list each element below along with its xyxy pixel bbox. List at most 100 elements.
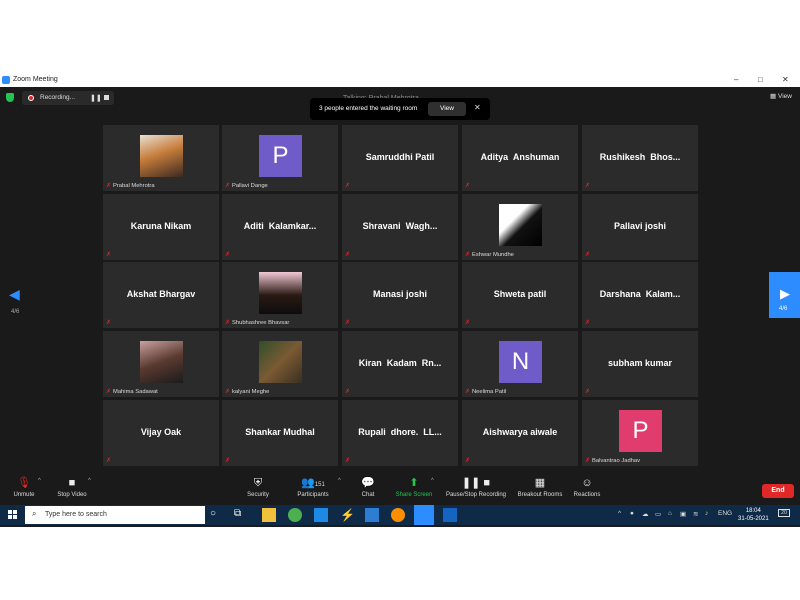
participant-tile[interactable]: ✗ Rupali dhore. LL... — [342, 400, 458, 466]
maximize-icon[interactable]: □ — [758, 75, 763, 84]
participant-tile[interactable]: ✗ Karuna Nikam — [103, 194, 219, 260]
firefox-icon[interactable] — [391, 508, 405, 522]
participant-tile[interactable]: ✗ Aishwarya aiwale — [462, 400, 578, 466]
stop-video-button[interactable]: ■ Stop Video ^ — [42, 474, 102, 498]
participant-tile[interactable]: ✗ Eshwar Mundhe — [462, 194, 578, 260]
wifi-icon[interactable]: ≋ — [693, 510, 698, 518]
muted-mic-icon: ✗ — [225, 252, 231, 258]
participant-label: Pallavi Dange — [232, 183, 268, 189]
cloud-icon[interactable]: ☁ — [642, 510, 649, 518]
participants-icon: 👥151 — [301, 477, 325, 489]
participant-tile[interactable]: ✗ Kiran Kadam Rn... — [342, 331, 458, 397]
participant-tile[interactable]: ✗ Akshat Bhargav — [103, 262, 219, 328]
security-shield-icon: ⛨ — [253, 477, 263, 489]
participant-label: Mahima Sadawat — [113, 389, 158, 395]
meeting-toolbar: 🎙 Unmute ^ ■ Stop Video ^ ⛨ Security 👥15… — [0, 474, 800, 505]
muted-mic-icon: ✗ — [225, 458, 231, 464]
participant-tile[interactable]: ✗ Pallavi joshi — [582, 194, 698, 260]
view-mode-button[interactable]: ▦ View — [770, 92, 792, 100]
participant-name: Aditya Anshuman — [480, 152, 560, 162]
participant-name: Rushikesh Bhos... — [599, 152, 681, 162]
chrome-icon[interactable] — [288, 508, 302, 522]
zoom-logo-icon — [2, 76, 10, 84]
participant-name: Akshat Bhargav — [126, 289, 196, 299]
taskbar-search-box[interactable]: ⌕ Type here to search — [25, 506, 205, 524]
photos-icon[interactable] — [443, 508, 457, 522]
participant-tile[interactable]: ✗ Mahima Sadawat — [103, 331, 219, 397]
app-bolt-icon[interactable]: ⚡ — [340, 508, 355, 522]
share-options-chevron-icon[interactable]: ^ — [431, 478, 434, 484]
pause-recording-icon[interactable]: ❚❚ — [90, 94, 102, 102]
audio-options-chevron-icon[interactable]: ^ — [38, 478, 41, 484]
muted-mic-icon: ✗ — [345, 320, 351, 326]
participant-name: Vijay Oak — [140, 427, 182, 437]
participant-tile[interactable]: ✗ Shweta patil — [462, 262, 578, 328]
notification-close-icon[interactable]: ✕ — [474, 103, 481, 112]
muted-mic-icon: ✗ — [106, 320, 112, 326]
participant-tile[interactable]: ✗ kalyani Meghe — [222, 331, 338, 397]
waiting-room-view-button[interactable]: View — [428, 102, 466, 116]
volume-icon[interactable]: ♪ — [705, 510, 708, 517]
file-explorer-icon[interactable] — [262, 508, 276, 522]
muted-mic-icon: ✗ — [345, 252, 351, 258]
participant-tile[interactable]: ✗ Aditi Kalamkar... — [222, 194, 338, 260]
store-icon[interactable] — [365, 508, 379, 522]
participant-tile[interactable]: ✗ N Neelima Patil — [462, 331, 578, 397]
participant-tile[interactable]: ✗ Shubhashree Bhavsar — [222, 262, 338, 328]
pause-stop-recording-button[interactable]: ❚❚ ■ Pause/Stop Recording — [440, 474, 512, 498]
network-icon[interactable]: ⌂ — [668, 510, 672, 517]
muted-mic-icon: ✗ — [225, 389, 231, 395]
participants-button[interactable]: 👥151 Participants ^ — [283, 474, 343, 498]
end-meeting-button[interactable]: End — [762, 484, 794, 498]
participant-tile[interactable]: ✗ P Balvantrao Jadhav — [582, 400, 698, 466]
security-button[interactable]: ⛨ Security — [228, 474, 288, 498]
minimize-icon[interactable]: – — [734, 75, 738, 84]
participant-name: Rupali dhore. LL... — [358, 427, 442, 437]
next-page-button[interactable]: ▶ 4/6 — [769, 272, 800, 318]
participant-tile[interactable]: ✗ Darshana Kalam... — [582, 262, 698, 328]
zoom-taskbar-icon[interactable] — [414, 505, 434, 525]
cortana-icon[interactable]: ○ — [210, 508, 224, 522]
tray-app-icon[interactable]: ● — [630, 510, 634, 517]
participant-tile[interactable]: ✗ Aditya Anshuman — [462, 125, 578, 191]
participant-tile[interactable]: ✗ Prabal Mehrotra — [103, 125, 219, 191]
muted-mic-icon: ✗ — [585, 320, 591, 326]
participant-label: Balvantrao Jadhav — [592, 458, 641, 464]
muted-mic-icon: ✗ — [345, 183, 351, 189]
notification-center-icon[interactable]: 20 — [778, 509, 791, 517]
participant-tile[interactable]: ✗ Vijay Oak — [103, 400, 219, 466]
pause-stop-icon: ❚❚ ■ — [461, 477, 491, 489]
encryption-shield-icon[interactable] — [6, 93, 14, 102]
muted-mic-icon: ✗ — [585, 389, 591, 395]
participant-tile[interactable]: ✗ Samruddhi Patil — [342, 125, 458, 191]
participant-tile[interactable]: ✗ Rushikesh Bhos... — [582, 125, 698, 191]
participant-tile[interactable]: ✗ Shravani Wagh... — [342, 194, 458, 260]
camera-tray-icon[interactable]: ▣ — [680, 510, 686, 518]
windows-start-icon[interactable] — [8, 510, 18, 520]
previous-page-count: 4/6 — [11, 309, 20, 315]
participant-tile[interactable]: ✗ Shankar Mudhal — [222, 400, 338, 466]
participant-tile[interactable]: ✗ subham kumar — [582, 331, 698, 397]
tray-chevron-icon[interactable]: ^ — [618, 510, 621, 517]
participant-tile[interactable]: ✗ Manasi joshi — [342, 262, 458, 328]
reactions-button[interactable]: ☺ Reactions — [557, 474, 617, 498]
participant-name: Pallavi joshi — [613, 221, 667, 231]
task-view-icon[interactable]: ⧉ — [234, 508, 248, 522]
participant-avatar: N — [499, 341, 542, 383]
language-indicator[interactable]: ENG — [718, 510, 732, 517]
previous-page-icon[interactable]: ◀ — [9, 286, 20, 303]
participant-label: Neelima Patil — [472, 389, 507, 395]
share-screen-button[interactable]: ⬆ Share Screen ^ — [384, 474, 444, 498]
participants-count: 151 — [314, 482, 325, 488]
battery-icon[interactable]: ▭ — [655, 510, 661, 518]
taskbar-clock[interactable]: 18:04 31-05-2021 — [738, 507, 769, 523]
waiting-room-message: 3 people entered the waiting room — [319, 105, 418, 112]
mail-icon[interactable] — [314, 508, 328, 522]
stop-recording-icon[interactable] — [104, 95, 109, 100]
video-options-chevron-icon[interactable]: ^ — [88, 478, 91, 484]
recording-label: Recording... — [40, 94, 76, 101]
participant-name: Kiran Kadam Rn... — [358, 358, 442, 368]
participant-tile[interactable]: ✗ P Pallavi Dange — [222, 125, 338, 191]
participant-avatar: P — [619, 410, 662, 452]
close-icon[interactable]: ✕ — [782, 75, 789, 84]
